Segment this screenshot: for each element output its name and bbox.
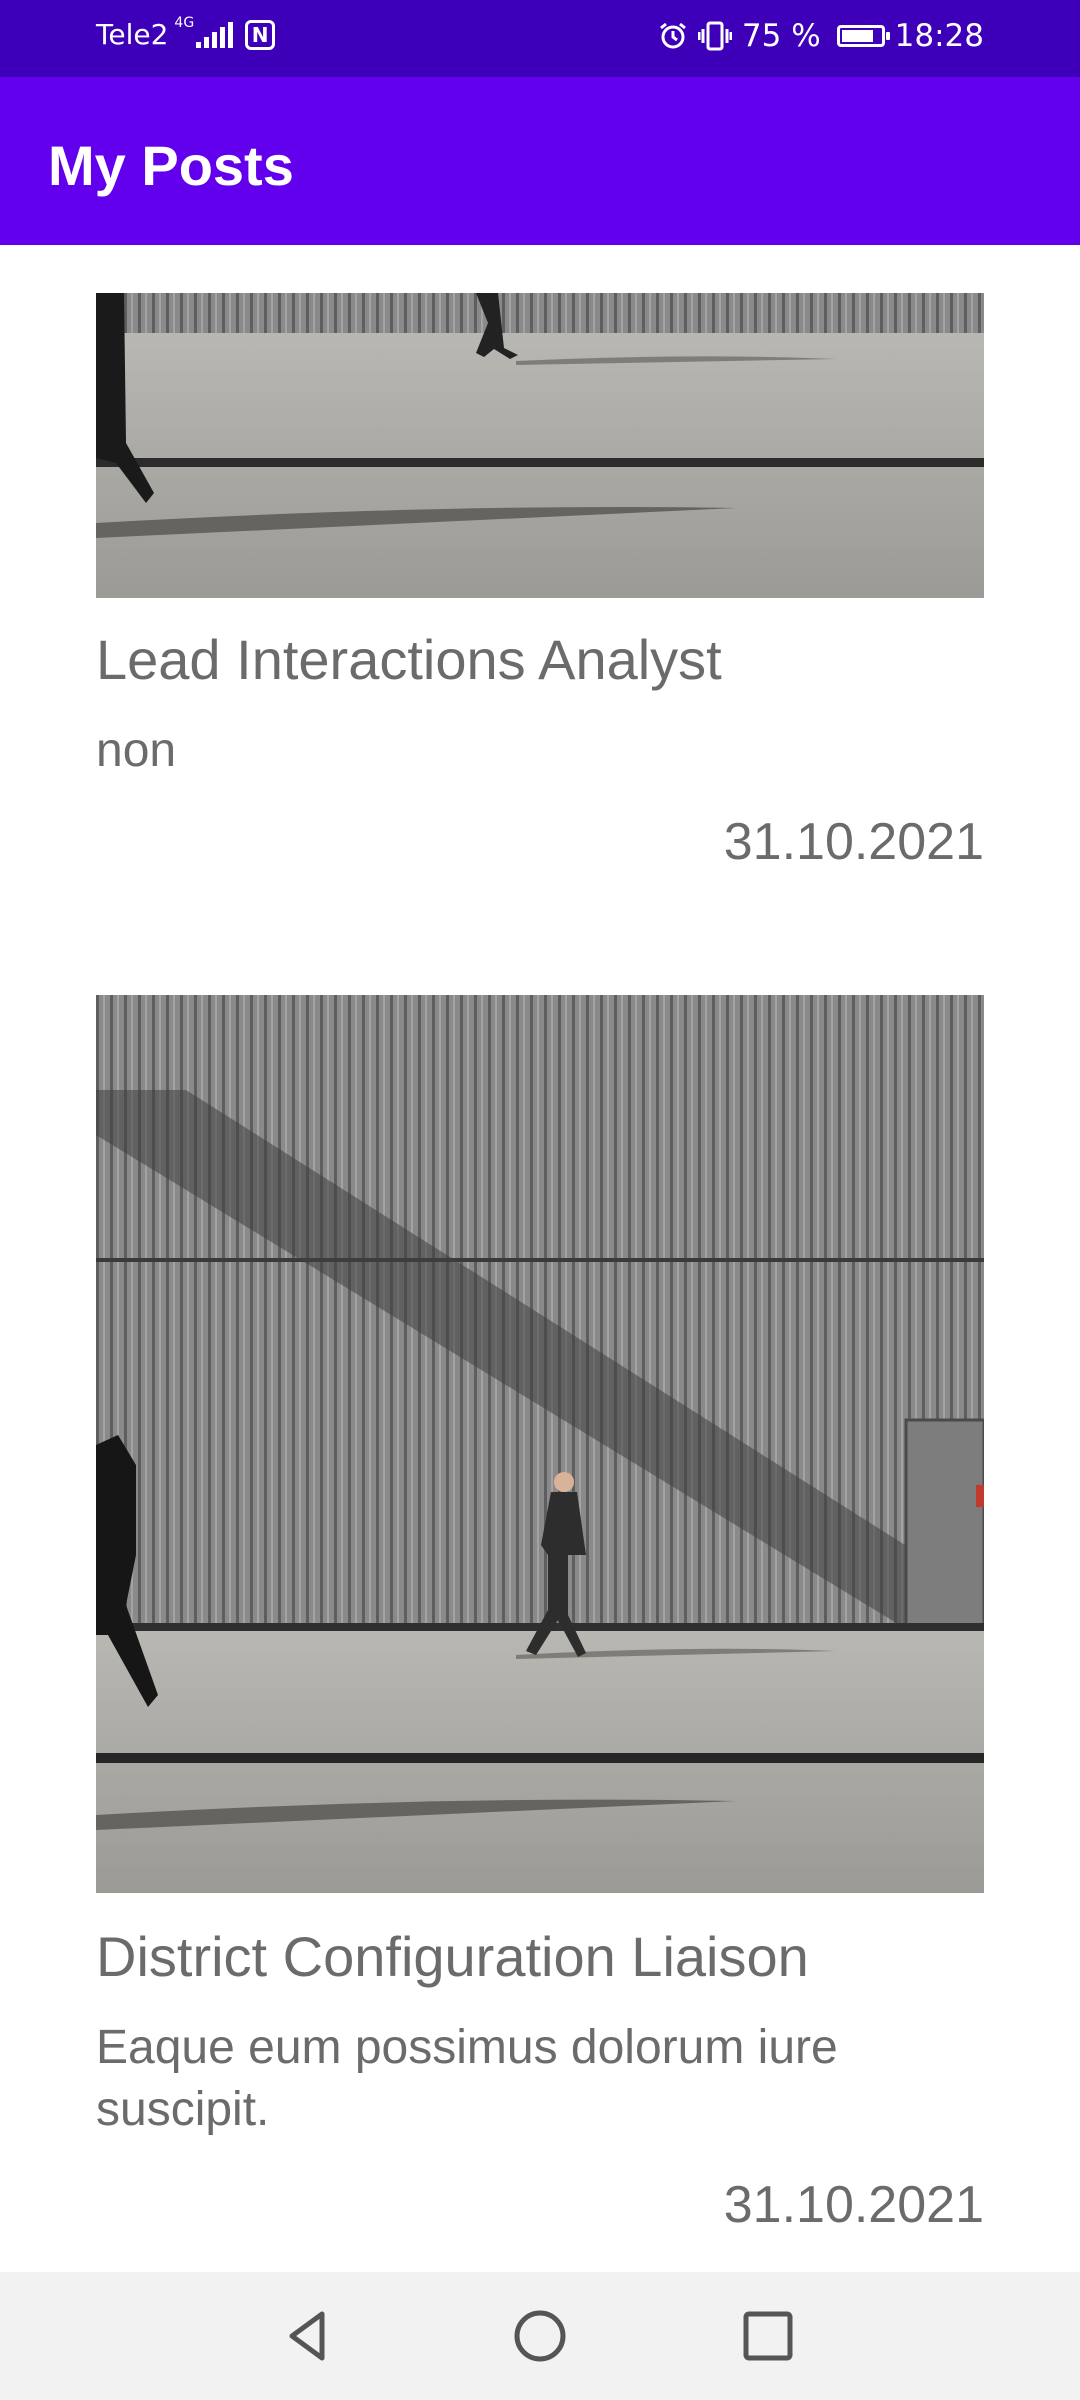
post-title: Lead Interactions Analyst xyxy=(96,628,722,691)
battery-icon xyxy=(836,25,890,47)
network-type: 4G xyxy=(174,14,195,31)
street-photo xyxy=(96,995,984,1893)
app-bar: My Posts xyxy=(0,77,1080,245)
post-body: non xyxy=(96,724,177,777)
status-right: 75 % 18:28 xyxy=(658,18,984,54)
post-date: 31.10.2021 xyxy=(723,2176,984,2225)
posts-list[interactable]: Lead Interactions Analyst non 31.10.2021 xyxy=(0,245,1080,2225)
street-photo xyxy=(96,293,984,598)
home-circle-icon[interactable] xyxy=(510,2306,570,2366)
carrier-name: Tele2 xyxy=(96,18,169,51)
status-bar: Tele2 4G N 75 % 18:28 xyxy=(0,0,1080,77)
alarm-icon xyxy=(659,22,686,49)
signal-icon xyxy=(196,21,234,48)
clock: 18:28 xyxy=(894,18,984,54)
back-triangle-icon[interactable] xyxy=(280,2306,340,2366)
post-image xyxy=(96,293,984,598)
nfc-icon: N xyxy=(245,19,276,50)
battery-percent: 75 % xyxy=(741,18,821,54)
post-title: District Configuration Liaison xyxy=(96,1925,809,1988)
page-title: My Posts xyxy=(48,134,294,197)
post-date: 31.10.2021 xyxy=(723,813,984,871)
post-card[interactable]: District Configuration Liaison Eaque eum… xyxy=(96,995,984,2225)
post-image xyxy=(96,995,984,1893)
battery-fill xyxy=(841,30,874,42)
vibrate-icon xyxy=(697,21,732,51)
post-body: Eaque eum possimus dolorum iure suscipit… xyxy=(96,2021,838,2136)
post-card[interactable]: Lead Interactions Analyst non 31.10.2021 xyxy=(96,293,984,872)
recents-square-icon[interactable] xyxy=(738,2306,798,2366)
status-left: Tele2 4G N xyxy=(96,14,276,51)
navigation-bar xyxy=(0,2272,1080,2400)
